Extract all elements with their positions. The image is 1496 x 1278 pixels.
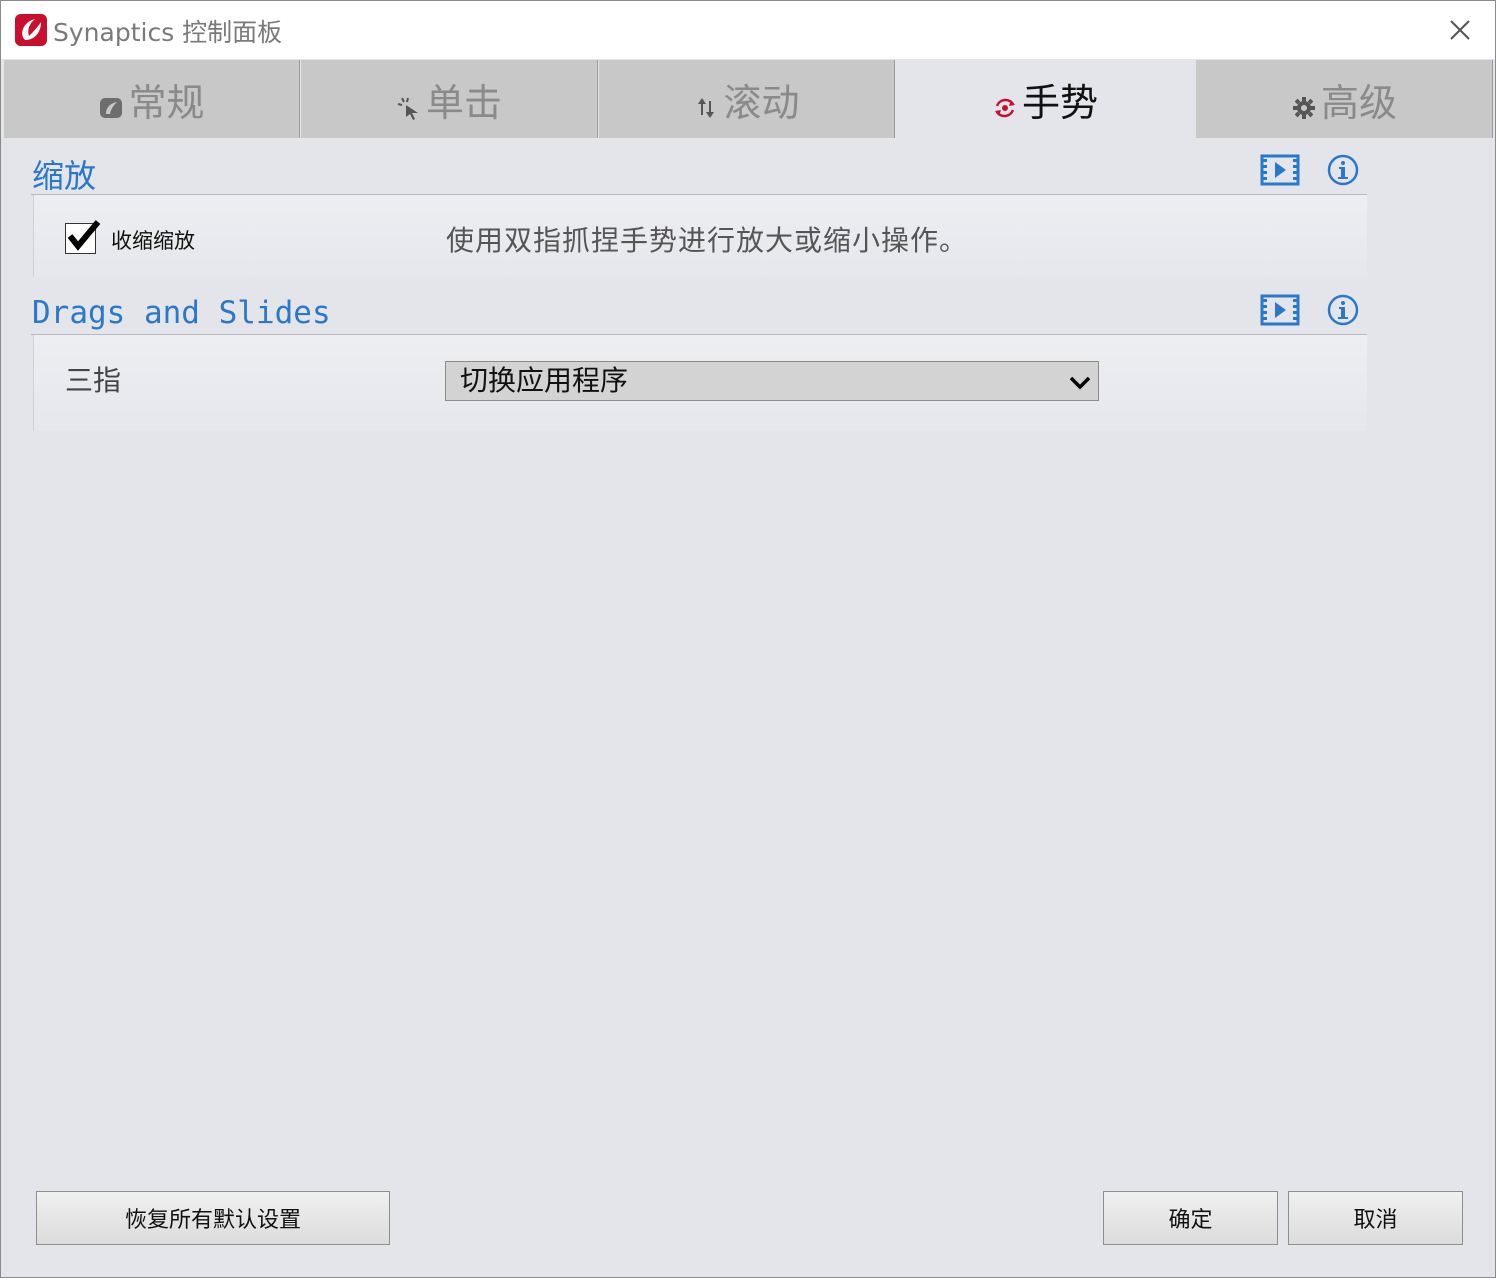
ok-button[interactable]: 确定 — [1103, 1191, 1278, 1245]
tab-label: 单击 — [425, 80, 502, 125]
tab-gestures[interactable]: 手势 — [895, 60, 1195, 138]
gesture-icon — [992, 86, 1018, 118]
video-icon — [1260, 294, 1300, 326]
drags-section-title: Drags and Slides — [32, 295, 331, 331]
drags-info-button[interactable] — [1325, 293, 1361, 327]
restore-defaults-button[interactable]: 恢复所有默认设置 — [36, 1191, 390, 1245]
zoom-video-button[interactable] — [1260, 153, 1300, 187]
tab-label: 常规 — [128, 80, 205, 125]
pinch-zoom-checkbox[interactable] — [65, 220, 101, 254]
synaptics-control-panel-window: Synaptics 控制面板 常规 单击 滚动 手势 高级 缩放 收缩缩放 使用… — [0, 0, 1496, 1278]
checkmark-icon — [67, 220, 101, 251]
click-icon — [396, 86, 422, 120]
tab-label: 滚动 — [723, 80, 800, 125]
tab-bar: 常规 单击 滚动 手势 高级 — [3, 60, 1493, 138]
zoom-section-title: 缩放 — [32, 157, 97, 195]
tab-click[interactable]: 单击 — [300, 60, 598, 138]
scroll-arrows-icon — [693, 86, 719, 118]
chevron-down-icon — [1069, 376, 1091, 390]
tab-scroll[interactable]: 滚动 — [598, 60, 895, 138]
info-icon — [1327, 154, 1359, 186]
info-icon — [1327, 294, 1359, 326]
zoom-info-button[interactable] — [1325, 153, 1361, 187]
three-finger-label: 三指 — [65, 364, 122, 397]
synaptics-logo-icon — [15, 14, 47, 46]
cancel-button[interactable]: 取消 — [1288, 1191, 1463, 1245]
tab-label: 手势 — [1021, 80, 1098, 125]
pinch-zoom-label[interactable]: 收缩缩放 — [111, 225, 195, 255]
window-title: Synaptics 控制面板 — [53, 18, 283, 47]
close-button[interactable] — [1443, 13, 1477, 47]
tab-advanced[interactable]: 高级 — [1195, 60, 1493, 138]
title-bar: Synaptics 控制面板 — [1, 1, 1495, 59]
tab-general[interactable]: 常规 — [3, 60, 300, 138]
close-icon — [1450, 20, 1470, 40]
gear-icon — [1291, 86, 1317, 119]
select-value: 切换应用程序 — [460, 364, 629, 397]
drags-video-button[interactable] — [1260, 293, 1300, 327]
tab-label: 高级 — [1320, 80, 1397, 125]
video-icon — [1260, 154, 1300, 186]
pinch-zoom-description: 使用双指抓捏手势进行放大或缩小操作。 — [446, 224, 969, 257]
three-finger-action-select[interactable]: 切换应用程序 — [445, 361, 1099, 401]
leaf-icon — [98, 86, 124, 118]
